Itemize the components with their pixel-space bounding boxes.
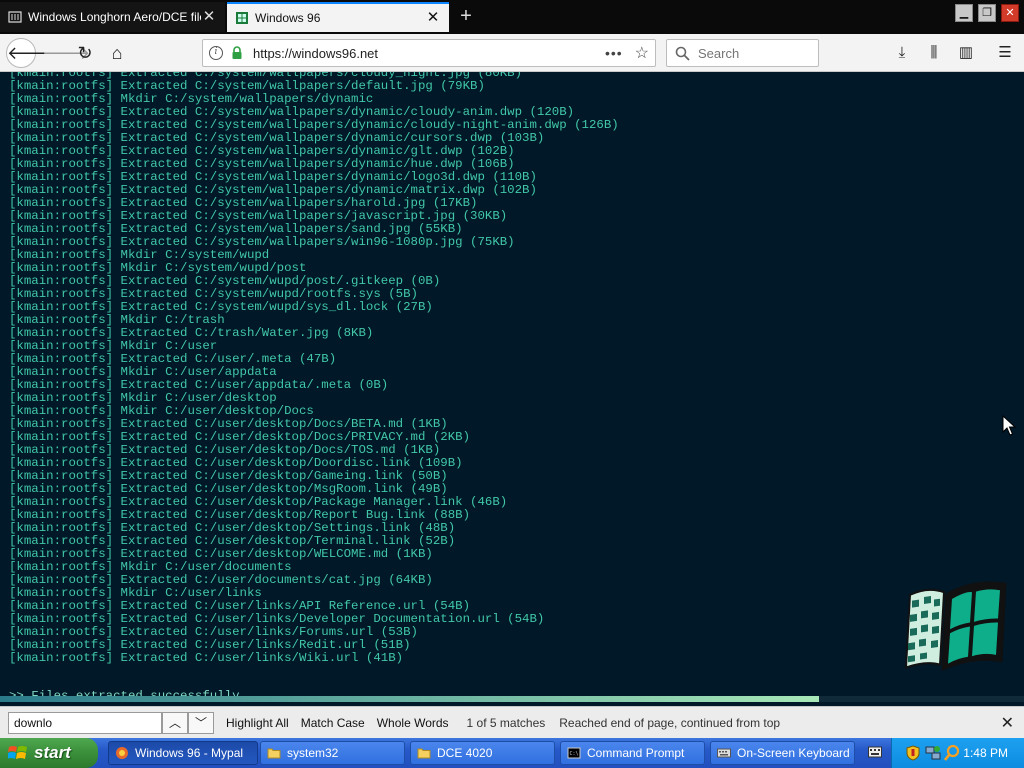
forward-button[interactable]: 🡒 <box>42 40 90 66</box>
boot-progress-bar <box>0 696 1024 702</box>
find-status-note: Reached end of page, continued from top <box>559 715 781 730</box>
find-input[interactable] <box>8 711 162 734</box>
find-next-button[interactable]: ﹀ <box>188 711 214 734</box>
site-info-icon[interactable]: i <box>209 46 223 60</box>
search-icon <box>675 46 690 61</box>
taskbar: start Windows 96 - Mypal system32 DCE 40… <box>0 738 1024 768</box>
menu-hamburger-icon[interactable]: ☰ <box>995 43 1015 63</box>
folder-icon <box>417 748 431 759</box>
page-favicon-icon <box>8 11 22 23</box>
tab-longhorn-files[interactable]: Windows Longhorn Aero/DCE files ✕ <box>0 2 225 32</box>
page-content: [kmain:rootfs] Extracted C:/system/wallp… <box>0 72 1024 706</box>
network-icon[interactable] <box>925 745 941 761</box>
windows-flag-icon <box>8 746 27 759</box>
folder-icon <box>267 748 281 759</box>
taskbar-item-label: DCE 4020 <box>437 746 493 760</box>
taskbar-clock[interactable]: 1:48 PM <box>963 746 1008 760</box>
svg-text:C:\: C:\ <box>570 751 579 757</box>
url-bar[interactable]: i https://windows96.net ••• ☆ <box>202 39 656 67</box>
url-text[interactable]: https://windows96.net <box>253 46 605 61</box>
taskbar-item-label: Command Prompt <box>587 746 685 760</box>
close-tab-icon[interactable]: ✕ <box>201 9 217 25</box>
find-match-count: 1 of 5 matches <box>466 715 546 730</box>
bookmark-star-icon[interactable]: ☆ <box>635 43 649 63</box>
reload-button[interactable]: ↻ <box>72 40 98 66</box>
new-tab-button[interactable]: + <box>455 5 477 27</box>
library-icon[interactable]: ⫼ <box>924 43 944 63</box>
mouse-pointer-icon <box>1002 415 1016 436</box>
progress-fill <box>0 696 820 702</box>
page-actions-icon[interactable]: ••• <box>605 45 623 61</box>
search-bar[interactable] <box>666 39 819 67</box>
system-tray: 1:48 PM <box>891 738 1024 768</box>
lock-icon <box>232 46 242 59</box>
windows96-logo-icon <box>904 581 1007 672</box>
terminal-line: [kmain:rootfs] Extracted C:/user/links/W… <box>9 651 404 665</box>
close-find-bar-icon[interactable]: ✕ <box>1001 713 1014 733</box>
match-case-toggle[interactable]: Match Case <box>301 716 365 730</box>
home-button[interactable]: ⌂ <box>104 40 130 66</box>
tab-label: Windows 96 <box>255 11 321 25</box>
sidebar-icon[interactable]: ▥ <box>956 43 976 63</box>
start-button[interactable]: start <box>0 738 98 768</box>
find-bar: ︿ ﹀ Highlight All Match Case Whole Words… <box>0 706 1024 738</box>
taskbar-item-onscreen-keyboard[interactable]: On-Screen Keyboard <box>710 741 855 765</box>
boot-terminal-output: [kmain:rootfs] Extracted C:/system/wallp… <box>9 72 619 665</box>
browser-icon <box>116 747 128 759</box>
keyboard-tray-icon[interactable] <box>868 746 882 758</box>
whole-words-toggle[interactable]: Whole Words <box>377 716 449 730</box>
taskbar-item-label: system32 <box>287 746 339 760</box>
minimize-window-button[interactable]: ▁ <box>955 4 973 22</box>
restore-window-button[interactable]: ❐ <box>978 4 996 22</box>
keyboard-icon <box>717 748 731 758</box>
taskbar-item-command-prompt[interactable]: C:\ Command Prompt <box>560 741 705 765</box>
taskbar-item-dce4020[interactable]: DCE 4020 <box>410 741 555 765</box>
close-tab-icon[interactable]: ✕ <box>425 10 441 26</box>
taskbar-item-label: On-Screen Keyboard <box>737 746 850 760</box>
search-tray-icon[interactable] <box>944 744 960 762</box>
highlight-all-toggle[interactable]: Highlight All <box>226 716 289 730</box>
taskbar-item-label: Windows 96 - Mypal <box>135 746 244 760</box>
tab-label: Windows Longhorn Aero/DCE files <box>28 10 201 24</box>
security-shield-icon[interactable] <box>906 745 920 761</box>
taskbar-item-system32[interactable]: system32 <box>260 741 405 765</box>
tab-windows96[interactable]: Windows 96 ✕ <box>227 2 449 32</box>
find-previous-button[interactable]: ︿ <box>162 711 188 734</box>
downloads-icon[interactable]: ⤓ <box>892 43 912 63</box>
cmd-icon: C:\ <box>567 747 581 759</box>
back-button[interactable]: 🡐 <box>6 38 55 68</box>
windows96-favicon-icon <box>236 12 248 24</box>
browser-tab-strip: Windows Longhorn Aero/DCE files ✕ Window… <box>0 0 1024 34</box>
close-window-button[interactable]: ✕ <box>1001 4 1019 22</box>
browser-nav-bar: 🡐 🡒 ↻ ⌂ i https://windows96.net ••• ☆ ⤓ … <box>0 34 1024 72</box>
taskbar-item-mypal[interactable]: Windows 96 - Mypal <box>108 741 258 765</box>
search-input[interactable] <box>698 45 798 61</box>
start-label: start <box>34 743 71 762</box>
